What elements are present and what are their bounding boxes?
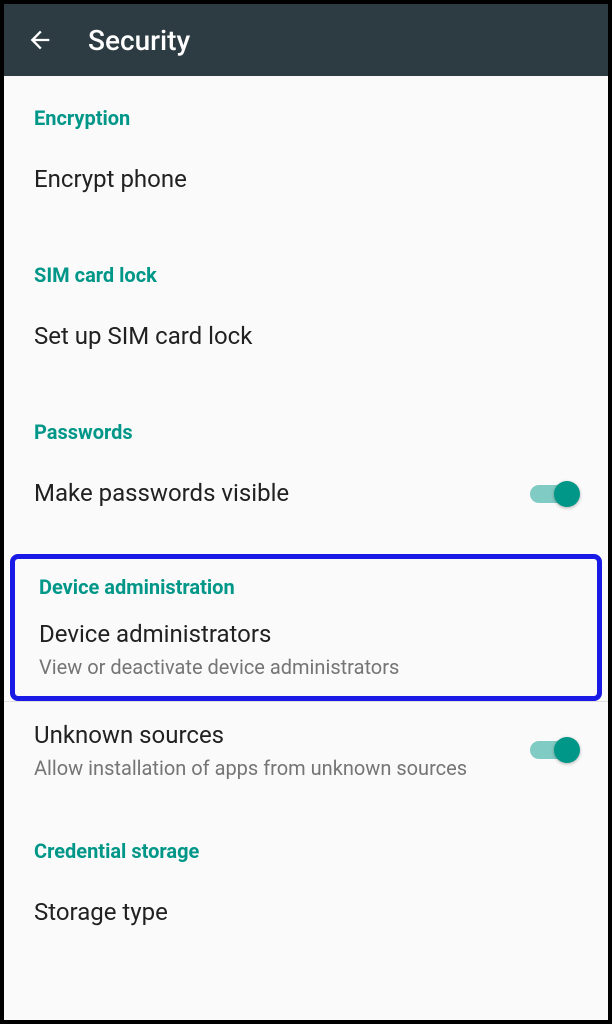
section-header-sim-lock: SIM card lock [4, 233, 608, 303]
passwords-visible-toggle[interactable] [530, 485, 578, 503]
section-header-credential: Credential storage [4, 809, 608, 879]
setting-encrypt-phone[interactable]: Encrypt phone [4, 146, 608, 213]
highlight-annotation: Device administration Device administrat… [10, 554, 602, 701]
section-header-encryption: Encryption [4, 76, 608, 146]
back-button[interactable] [22, 22, 58, 58]
toggle-knob [554, 737, 580, 763]
setting-title: Encrypt phone [34, 164, 578, 195]
section-header-device-admin: Device administration [15, 559, 597, 609]
setting-storage-type[interactable]: Storage type [4, 879, 608, 928]
section-header-passwords: Passwords [4, 390, 608, 460]
setting-title: Make passwords visible [34, 478, 510, 509]
setting-device-administrators[interactable]: Device administrators View or deactivate… [15, 609, 597, 696]
setting-title: Unknown sources [34, 720, 510, 751]
setting-title: Device administrators [39, 619, 573, 650]
settings-content: Encryption Encrypt phone SIM card lock S… [4, 76, 608, 928]
setting-passwords-visible[interactable]: Make passwords visible [4, 460, 608, 527]
page-title: Security [88, 24, 190, 57]
toggle-knob [554, 481, 580, 507]
setting-sim-lock[interactable]: Set up SIM card lock [4, 303, 608, 370]
unknown-sources-toggle[interactable] [530, 741, 578, 759]
app-header: Security [4, 4, 608, 76]
arrow-back-icon [26, 26, 54, 54]
setting-subtitle: Allow installation of apps from unknown … [34, 755, 510, 781]
setting-unknown-sources[interactable]: Unknown sources Allow installation of ap… [4, 702, 608, 799]
setting-title: Storage type [34, 897, 578, 928]
setting-title: Set up SIM card lock [34, 321, 578, 352]
setting-subtitle: View or deactivate device administrators [39, 654, 573, 680]
